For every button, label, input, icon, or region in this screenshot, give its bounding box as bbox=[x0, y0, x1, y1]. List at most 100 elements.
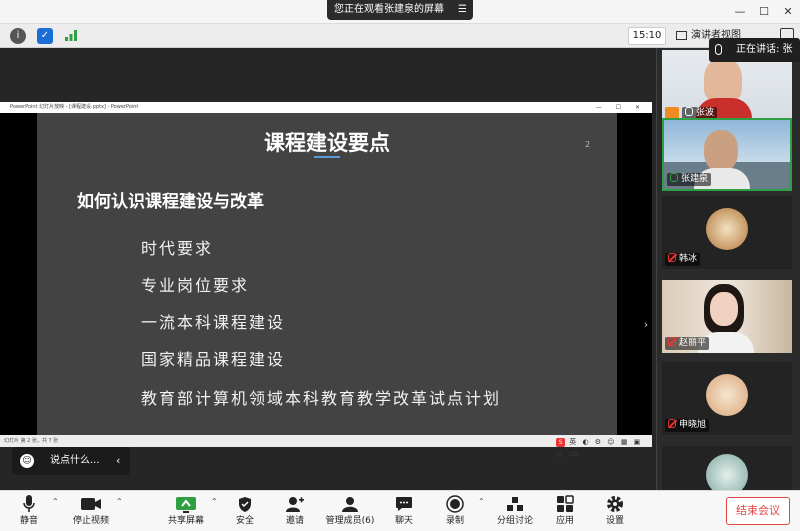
slide-letterbox-right bbox=[617, 113, 652, 435]
window-controls: — ☐ ✕ bbox=[728, 0, 800, 24]
microphone-icon bbox=[685, 107, 693, 116]
participant-tile-active[interactable]: 张建泉 bbox=[662, 118, 792, 191]
participant-name: 张波 bbox=[696, 108, 715, 118]
invite-button[interactable]: 邀请 bbox=[281, 493, 309, 530]
manage-members-button[interactable]: 管理成员(6) bbox=[324, 493, 376, 530]
shield-icon[interactable]: ✓ bbox=[37, 28, 53, 44]
chevron-left-icon[interactable]: ‹ bbox=[116, 447, 120, 475]
ppt-window-title: PowerPoint 幻灯片放映 - [课程建设.pptx] - PowerPo… bbox=[10, 104, 139, 110]
chevron-up-icon[interactable]: ⌃ bbox=[116, 497, 123, 506]
settings-label: 设置 bbox=[605, 516, 624, 526]
participant-name-tag: 申晓旭 bbox=[665, 419, 710, 432]
collapse-gallery-button[interactable]: › bbox=[640, 313, 652, 337]
share-notice-text: 您正在观看张建泉的屏幕 bbox=[334, 4, 444, 15]
input-method-badge[interactable]: S bbox=[556, 438, 565, 447]
title-underline bbox=[314, 156, 340, 158]
slide: 课程建设要点 2 如何认识课程建设与改革 时代要求 专业岗位要求 一流本科课程建… bbox=[37, 113, 617, 435]
hamburger-icon[interactable]: ☰ bbox=[458, 0, 467, 20]
add-person-icon bbox=[281, 493, 309, 515]
slide-title: 课程建设要点 bbox=[264, 131, 390, 155]
minimize-button[interactable]: — bbox=[728, 0, 752, 24]
participant-face bbox=[704, 130, 738, 172]
participant-name: 赵丽平 bbox=[679, 338, 707, 348]
powerpoint-window: PowerPoint 幻灯片放映 - [课程建设.pptx] - PowerPo… bbox=[0, 102, 652, 458]
emoji-icon[interactable]: ☺ bbox=[20, 454, 34, 468]
ppt-status-text: 幻灯片 第 2 张，共 7 张 bbox=[4, 438, 59, 444]
grid-icon bbox=[676, 30, 687, 40]
system-tray: S 英 ◐ ⚙ ☺ ▦ ▣ ▤ ⌨ bbox=[556, 438, 643, 458]
microphone-muted-icon bbox=[668, 419, 676, 428]
participant-avatar bbox=[706, 208, 748, 250]
security-label: 安全 bbox=[235, 516, 254, 526]
breakout-button[interactable]: 分组讨论 bbox=[495, 493, 535, 530]
end-meeting-button[interactable]: 结束会议 bbox=[726, 497, 790, 525]
chat-label: 聊天 bbox=[394, 516, 413, 526]
slide-number: 2 bbox=[585, 140, 591, 149]
slide-bullet: 一流本科课程建设 bbox=[141, 313, 286, 332]
microphone-icon bbox=[715, 43, 722, 55]
maximize-button[interactable]: ☐ bbox=[752, 0, 776, 24]
settings-button[interactable]: 设置 bbox=[602, 493, 628, 530]
speaking-label: 正在讲话: 张 bbox=[736, 44, 793, 55]
stop-video-button[interactable]: 停止视频 bbox=[70, 493, 112, 530]
participant-name: 张建泉 bbox=[681, 174, 709, 184]
participant-face bbox=[710, 292, 738, 326]
record-button[interactable]: 录制 bbox=[442, 493, 468, 530]
ppt-title-bar: PowerPoint 幻灯片放映 - [课程建设.pptx] - PowerPo… bbox=[0, 102, 652, 113]
chat-placeholder[interactable]: 说点什么... bbox=[50, 447, 100, 475]
chat-button[interactable]: 聊天 bbox=[391, 493, 417, 530]
meeting-clock: 15:10 bbox=[628, 27, 666, 45]
chat-bubble-icon bbox=[391, 493, 417, 515]
apps-label: 应用 bbox=[555, 516, 574, 526]
microphone-icon bbox=[12, 493, 46, 515]
participant-name-tag: 赵丽平 bbox=[665, 337, 710, 350]
participant-tile[interactable]: 韩冰 bbox=[662, 196, 792, 269]
signal-icon[interactable] bbox=[63, 28, 79, 44]
apps-button[interactable]: 应用 bbox=[552, 493, 578, 530]
close-button[interactable]: ✕ bbox=[776, 0, 800, 24]
participant-face bbox=[704, 58, 742, 102]
shared-screen: PowerPoint 幻灯片放映 - [课程建设.pptx] - PowerPo… bbox=[0, 48, 656, 490]
chevron-up-icon[interactable]: ⌃ bbox=[478, 497, 485, 506]
invite-label: 邀请 bbox=[285, 516, 304, 526]
record-label: 录制 bbox=[445, 516, 464, 526]
slide-bullet: 专业岗位要求 bbox=[141, 276, 250, 295]
gear-icon bbox=[602, 493, 628, 515]
meeting-info-bar: i ✓ 15:10 演讲者视图 bbox=[0, 24, 800, 48]
participant-gallery: 张波 张建泉 韩冰 赵丽平 申晓旭 bbox=[656, 48, 800, 490]
info-icon[interactable]: i bbox=[10, 28, 26, 44]
record-icon bbox=[442, 493, 468, 515]
share-notice-pill[interactable]: 您正在观看张建泉的屏幕 ☰ bbox=[327, 0, 473, 20]
microphone-muted-icon bbox=[668, 337, 676, 346]
participant-name: 韩冰 bbox=[679, 254, 698, 264]
security-button[interactable]: 安全 bbox=[232, 493, 258, 530]
participant-tile[interactable]: 赵丽平 bbox=[662, 280, 792, 353]
chevron-up-icon[interactable]: ⌃ bbox=[52, 497, 59, 506]
participant-tile-partial[interactable] bbox=[662, 446, 792, 490]
mute-button[interactable]: 静音 bbox=[12, 493, 46, 530]
participant-avatar bbox=[706, 374, 748, 416]
microphone-muted-icon bbox=[668, 253, 676, 262]
shield-icon bbox=[232, 493, 258, 515]
slide-letterbox-left bbox=[0, 113, 37, 435]
mute-label: 静音 bbox=[19, 516, 38, 526]
breakout-rooms-icon bbox=[495, 493, 535, 515]
apps-icon bbox=[552, 493, 578, 515]
chat-input-pill[interactable]: ☺ 说点什么... ‹ bbox=[12, 447, 130, 475]
ppt-status-bar: 幻灯片 第 2 张，共 7 张 S 英 ◐ ⚙ ☺ ▦ ▣ ▤ ⌨ bbox=[0, 435, 652, 458]
stop-video-label: 停止视频 bbox=[72, 516, 109, 526]
meeting-toolbar: 静音 ⌃ 停止视频 ⌃ 共享屏幕 ⌃ 安全 邀请 管理成员(6) 聊天 录制 ⌃… bbox=[0, 490, 800, 531]
chevron-up-icon[interactable]: ⌃ bbox=[211, 497, 218, 506]
participant-tile[interactable]: 申晓旭 bbox=[662, 362, 792, 435]
input-method-label[interactable]: 英 bbox=[569, 438, 578, 446]
manage-members-label: 管理成员(6) bbox=[325, 516, 375, 526]
participant-name-tag: 张建泉 bbox=[667, 173, 712, 186]
slide-bullet: 时代要求 bbox=[141, 239, 214, 258]
ppt-window-controls: — ☐ ✕ bbox=[595, 104, 646, 111]
share-screen-button[interactable]: 共享屏幕 bbox=[164, 493, 208, 530]
slide-bullet: 教育部计算机领域本科教育教学改革试点计划 bbox=[141, 389, 502, 408]
speaking-indicator: 正在讲话: 张 bbox=[709, 38, 800, 62]
microphone-icon bbox=[670, 173, 678, 182]
video-camera-icon bbox=[70, 493, 112, 515]
breakout-label: 分组讨论 bbox=[496, 516, 533, 526]
